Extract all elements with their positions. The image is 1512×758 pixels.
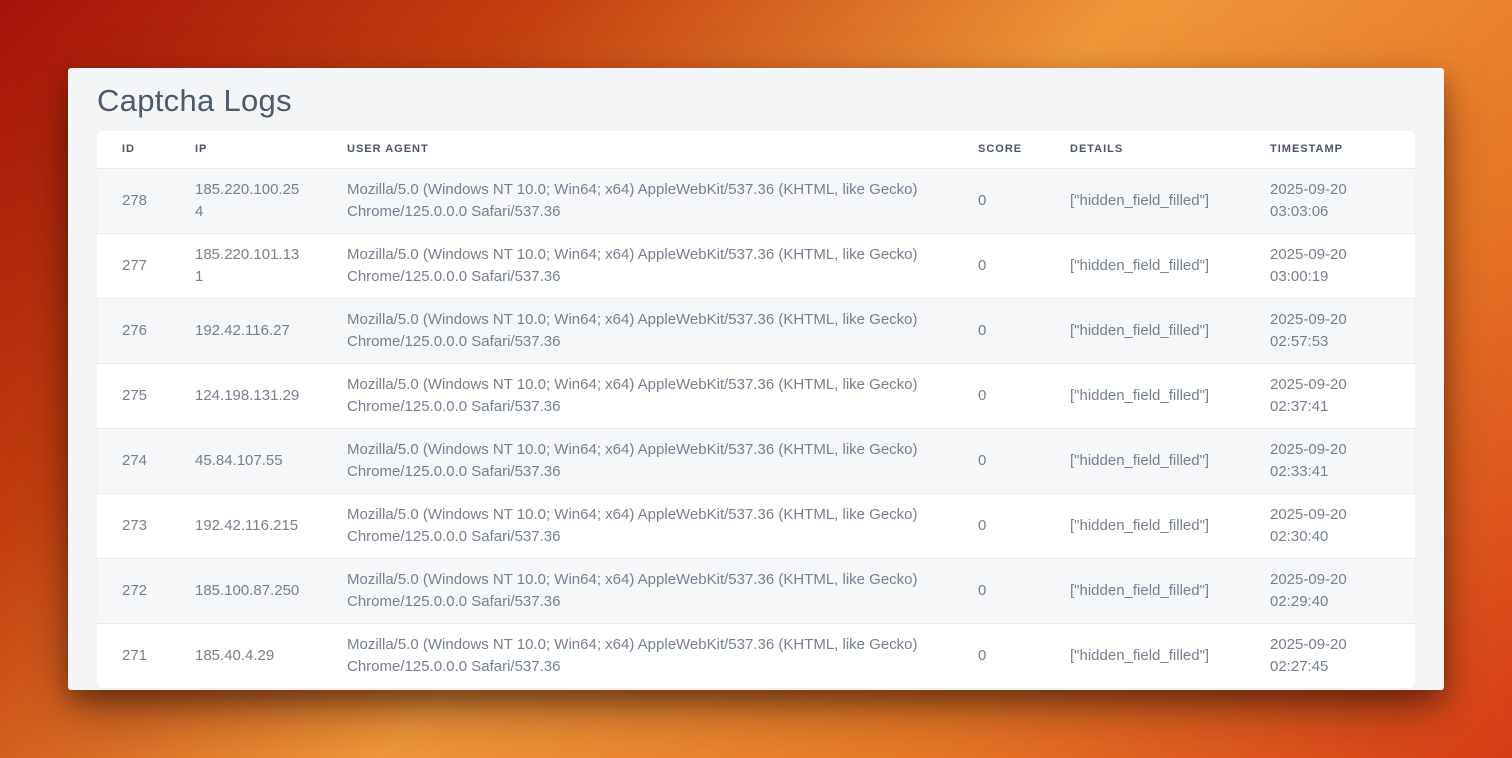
cell-score: 0	[953, 298, 1045, 363]
table-row: 275124.198.131.29Mozilla/5.0 (Windows NT…	[97, 363, 1415, 428]
cell-id: 276	[97, 298, 170, 363]
cell-details: ["hidden_field_filled"]	[1045, 558, 1245, 623]
cell-user_agent: Mozilla/5.0 (Windows NT 10.0; Win64; x64…	[322, 168, 953, 233]
cell-timestamp: 2025-09-20 02:33:41	[1245, 428, 1415, 493]
cell-user_agent: Mozilla/5.0 (Windows NT 10.0; Win64; x64…	[322, 493, 953, 558]
cell-timestamp: 2025-09-20 02:30:40	[1245, 493, 1415, 558]
cell-id: 274	[97, 428, 170, 493]
column-header-timestamp: TIMESTAMP	[1245, 131, 1415, 168]
column-header-details: DETAILS	[1045, 131, 1245, 168]
cell-details: ["hidden_field_filled"]	[1045, 168, 1245, 233]
cell-timestamp: 2025-09-20 02:27:45	[1245, 623, 1415, 688]
cell-timestamp: 2025-09-20 03:00:19	[1245, 233, 1415, 298]
cell-score: 0	[953, 168, 1045, 233]
logs-table-container: IDIPUSER AGENTSCOREDETAILSTIMESTAMP 2781…	[97, 131, 1415, 688]
table-row: 273192.42.116.215Mozilla/5.0 (Windows NT…	[97, 493, 1415, 558]
cell-id: 277	[97, 233, 170, 298]
column-header-id: ID	[97, 131, 170, 168]
cell-ip: 192.42.116.215	[170, 493, 322, 558]
cell-score: 0	[953, 558, 1045, 623]
cell-ip: 192.42.116.27	[170, 298, 322, 363]
table-row: 27445.84.107.55Mozilla/5.0 (Windows NT 1…	[97, 428, 1415, 493]
cell-id: 278	[97, 168, 170, 233]
cell-timestamp: 2025-09-20 02:37:41	[1245, 363, 1415, 428]
cell-details: ["hidden_field_filled"]	[1045, 493, 1245, 558]
cell-ip: 185.220.100.254	[170, 168, 322, 233]
cell-id: 271	[97, 623, 170, 688]
cell-ip: 185.100.87.250	[170, 558, 322, 623]
cell-score: 0	[953, 233, 1045, 298]
table-row: 277185.220.101.131Mozilla/5.0 (Windows N…	[97, 233, 1415, 298]
cell-score: 0	[953, 363, 1045, 428]
cell-user_agent: Mozilla/5.0 (Windows NT 10.0; Win64; x64…	[322, 428, 953, 493]
cell-score: 0	[953, 623, 1045, 688]
cell-user_agent: Mozilla/5.0 (Windows NT 10.0; Win64; x64…	[322, 623, 953, 688]
cell-user_agent: Mozilla/5.0 (Windows NT 10.0; Win64; x64…	[322, 363, 953, 428]
cell-ip: 185.220.101.131	[170, 233, 322, 298]
table-header-row: IDIPUSER AGENTSCOREDETAILSTIMESTAMP	[97, 131, 1415, 168]
cell-id: 275	[97, 363, 170, 428]
cell-score: 0	[953, 493, 1045, 558]
table-row: 278185.220.100.254Mozilla/5.0 (Windows N…	[97, 168, 1415, 233]
cell-score: 0	[953, 428, 1045, 493]
logs-table-head: IDIPUSER AGENTSCOREDETAILSTIMESTAMP	[97, 131, 1415, 168]
cell-timestamp: 2025-09-20 03:03:06	[1245, 168, 1415, 233]
captcha-logs-card: Captcha Logs IDIPUSER AGENTSCOREDETAILST…	[68, 68, 1444, 690]
cell-details: ["hidden_field_filled"]	[1045, 233, 1245, 298]
logs-table: IDIPUSER AGENTSCOREDETAILSTIMESTAMP 2781…	[97, 131, 1415, 688]
cell-ip: 45.84.107.55	[170, 428, 322, 493]
page-title: Captcha Logs	[97, 84, 1415, 118]
cell-details: ["hidden_field_filled"]	[1045, 363, 1245, 428]
cell-details: ["hidden_field_filled"]	[1045, 623, 1245, 688]
table-row: 276192.42.116.27Mozilla/5.0 (Windows NT …	[97, 298, 1415, 363]
cell-user_agent: Mozilla/5.0 (Windows NT 10.0; Win64; x64…	[322, 233, 953, 298]
column-header-ip: IP	[170, 131, 322, 168]
cell-id: 272	[97, 558, 170, 623]
column-header-score: SCORE	[953, 131, 1045, 168]
column-header-user_agent: USER AGENT	[322, 131, 953, 168]
cell-ip: 185.40.4.29	[170, 623, 322, 688]
cell-timestamp: 2025-09-20 02:57:53	[1245, 298, 1415, 363]
cell-id: 273	[97, 493, 170, 558]
table-row: 271185.40.4.29Mozilla/5.0 (Windows NT 10…	[97, 623, 1415, 688]
cell-details: ["hidden_field_filled"]	[1045, 428, 1245, 493]
cell-user_agent: Mozilla/5.0 (Windows NT 10.0; Win64; x64…	[322, 298, 953, 363]
logs-table-body: 278185.220.100.254Mozilla/5.0 (Windows N…	[97, 168, 1415, 688]
cell-user_agent: Mozilla/5.0 (Windows NT 10.0; Win64; x64…	[322, 558, 953, 623]
cell-details: ["hidden_field_filled"]	[1045, 298, 1245, 363]
table-row: 272185.100.87.250Mozilla/5.0 (Windows NT…	[97, 558, 1415, 623]
cell-ip: 124.198.131.29	[170, 363, 322, 428]
cell-timestamp: 2025-09-20 02:29:40	[1245, 558, 1415, 623]
